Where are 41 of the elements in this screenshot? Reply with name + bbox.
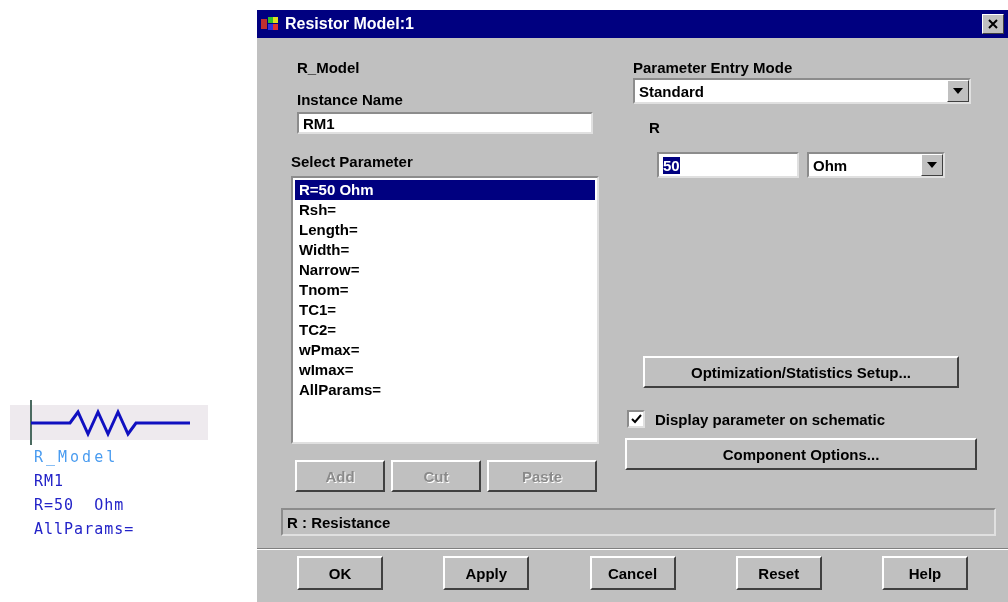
dropdown-arrow-icon: [953, 88, 963, 94]
parameter-list-item[interactable]: Narrow=: [295, 260, 595, 280]
close-button[interactable]: [982, 14, 1004, 34]
schematic-label: RM1: [34, 471, 66, 492]
parameter-list-item[interactable]: Width=: [295, 240, 595, 260]
checkmark-icon: [630, 414, 642, 424]
schematic-label: R=50 Ohm: [34, 495, 126, 516]
select-parameter-label: Select Parameter: [291, 152, 414, 172]
parameter-list-item[interactable]: wImax=: [295, 360, 595, 380]
component-options-button[interactable]: Component Options...: [625, 438, 977, 470]
dropdown-arrow-icon: [927, 162, 937, 168]
parameter-list-item[interactable]: R=50 Ohm: [295, 180, 595, 200]
entry-mode-dropdown[interactable]: Standard: [633, 78, 971, 104]
entry-mode-label: Parameter Entry Mode: [633, 58, 794, 78]
app-icon: [261, 16, 279, 32]
parameter-list-item[interactable]: Tnom=: [295, 280, 595, 300]
window-title: Resistor Model:1: [285, 15, 414, 33]
dialog-button[interactable]: Cancel: [589, 556, 676, 590]
parameter-label: R: [649, 118, 661, 138]
dialog-button[interactable]: Help: [882, 556, 968, 590]
parameter-list-item[interactable]: AllParams=: [295, 380, 595, 400]
parameter-value-field[interactable]: 50: [657, 152, 799, 178]
dialog-button[interactable]: Reset: [735, 556, 822, 590]
close-icon: [988, 19, 998, 29]
parameter-list-item[interactable]: Length=: [295, 220, 595, 240]
status-field: R : Resistance: [281, 508, 996, 536]
instance-name-field[interactable]: RM1: [297, 112, 593, 134]
dialog-button[interactable]: OK: [297, 556, 383, 590]
parameter-list-item[interactable]: Rsh=: [295, 200, 595, 220]
dialog-button[interactable]: Apply: [443, 556, 530, 590]
schematic-label: R_Model: [34, 447, 120, 468]
optimization-setup-button[interactable]: Optimization/Statistics Setup...: [643, 356, 959, 388]
parameter-list-item[interactable]: wPmax=: [295, 340, 595, 360]
unit-dropdown[interactable]: Ohm: [807, 152, 945, 178]
schematic-label: AllParams=: [34, 519, 136, 540]
parameter-list-item[interactable]: TC2=: [295, 320, 595, 340]
display-checkbox[interactable]: [627, 410, 645, 428]
display-checkbox-label: Display parameter on schematic: [655, 410, 886, 428]
model-name: R_Model: [297, 58, 361, 78]
instance-label: Instance Name: [297, 90, 404, 110]
parameter-list-item[interactable]: TC1=: [295, 300, 595, 320]
